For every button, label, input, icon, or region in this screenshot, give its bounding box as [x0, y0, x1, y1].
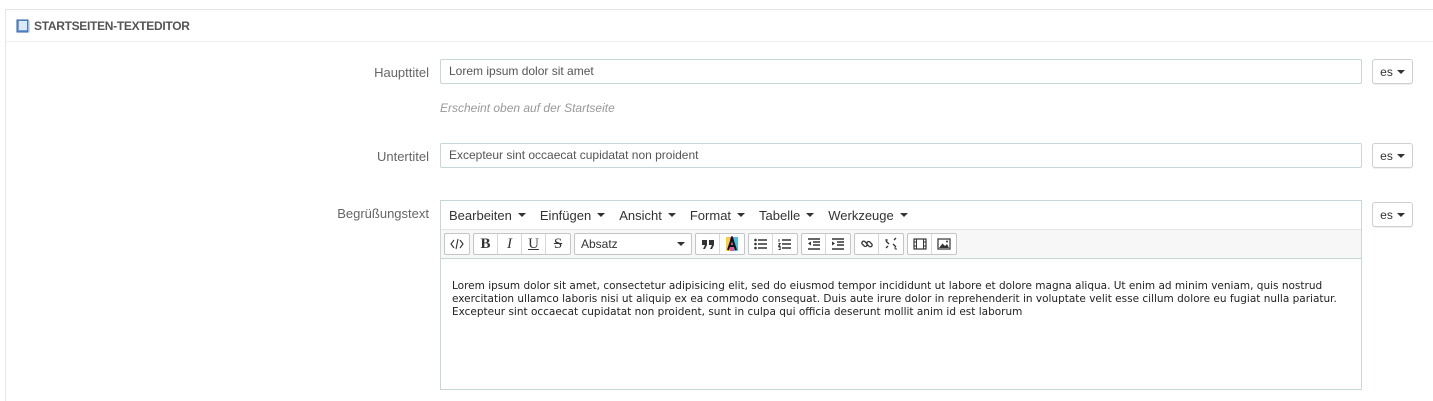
image-icon: [937, 238, 951, 250]
caret-down-icon: [806, 213, 815, 217]
underline-button[interactable]: U: [522, 234, 546, 254]
panel-title: STARTSEITEN-TEXTEDITOR: [34, 18, 190, 33]
text-color-button[interactable]: [720, 234, 744, 254]
film-icon: [912, 238, 927, 250]
strikethrough-icon: S: [553, 235, 563, 252]
rich-text-editor: Bearbeiten Einfügen Ansicht Format Tabel…: [440, 200, 1362, 390]
quote-icon: [701, 240, 714, 249]
insert-media-button[interactable]: [908, 234, 932, 254]
remove-link-button[interactable]: [879, 234, 903, 254]
editor-content-area[interactable]: Lorem ipsum dolor sit amet, consectetur …: [441, 259, 1361, 389]
block-format-select[interactable]: Absatz: [574, 233, 692, 255]
indent-group: [801, 233, 851, 255]
code-icon: [450, 238, 464, 250]
text-color-icon: [726, 236, 738, 251]
homepage-text-editor-panel: STARTSEITEN-TEXTEDITOR Haupttitel Lorem …: [5, 9, 1433, 401]
main-title-label: Haupttitel: [374, 65, 429, 80]
editor-toolbar: B I U S Absatz: [441, 229, 1361, 259]
indent-icon: [832, 238, 844, 250]
caret-down-icon: [677, 242, 685, 246]
bullet-list-icon: [753, 238, 767, 250]
editor-menubar: Bearbeiten Einfügen Ansicht Format Tabel…: [441, 201, 1361, 229]
caret-down-icon: [667, 213, 676, 217]
welcome-text-language-dropdown[interactable]: es: [1372, 202, 1413, 227]
menu-table[interactable]: Tabelle: [759, 208, 815, 223]
strikethrough-button[interactable]: S: [546, 234, 570, 254]
caret-down-icon: [1396, 69, 1405, 74]
bold-icon: B: [480, 235, 491, 252]
menu-view[interactable]: Ansicht: [619, 208, 676, 223]
menu-tools[interactable]: Werkzeuge: [828, 208, 908, 223]
caret-down-icon: [737, 213, 746, 217]
bullet-list-button[interactable]: [749, 234, 773, 254]
language-code: es: [1380, 64, 1393, 79]
caret-down-icon: [1396, 212, 1405, 217]
caret-down-icon: [1396, 153, 1405, 158]
book-icon: [16, 19, 30, 32]
source-code-group: [444, 233, 470, 255]
insert-link-button[interactable]: [855, 234, 879, 254]
caret-down-icon: [517, 213, 526, 217]
indent-button[interactable]: [826, 234, 850, 254]
list-group: [748, 233, 798, 255]
quote-color-group: [695, 233, 745, 255]
text-style-group: B I U S: [473, 233, 571, 255]
subtitle-input[interactable]: Excepteur sint occaecat cupidatat non pr…: [440, 143, 1362, 168]
link-icon: [860, 240, 873, 248]
caret-down-icon: [597, 213, 606, 217]
media-group: [907, 233, 957, 255]
outdent-button[interactable]: [802, 234, 826, 254]
main-title-help-text: Erscheint oben auf der Startseite: [440, 101, 615, 115]
link-group: [854, 233, 904, 255]
block-format-value: Absatz: [581, 237, 618, 251]
menu-insert[interactable]: Einfügen: [540, 208, 606, 223]
source-code-button[interactable]: [445, 234, 469, 254]
insert-image-button[interactable]: [932, 234, 956, 254]
unlink-icon: [885, 237, 897, 250]
italic-icon: I: [507, 235, 512, 252]
numbered-list-icon: [778, 239, 791, 250]
menu-edit[interactable]: Bearbeiten: [449, 208, 526, 223]
language-code: es: [1380, 148, 1393, 163]
outdent-icon: [807, 238, 820, 250]
main-title-input[interactable]: Lorem ipsum dolor sit amet: [440, 59, 1362, 84]
blockquote-button[interactable]: [696, 234, 720, 254]
language-code: es: [1380, 207, 1393, 222]
caret-down-icon: [899, 213, 908, 217]
underline-icon: U: [528, 235, 539, 252]
menu-format[interactable]: Format: [690, 208, 746, 223]
welcome-text-label: Begrüßungstext: [337, 206, 429, 221]
italic-button[interactable]: I: [498, 234, 522, 254]
main-title-language-dropdown[interactable]: es: [1372, 59, 1413, 84]
panel-heading: STARTSEITEN-TEXTEDITOR: [6, 10, 1433, 42]
subtitle-language-dropdown[interactable]: es: [1372, 143, 1413, 168]
numbered-list-button[interactable]: [773, 234, 797, 254]
subtitle-label: Untertitel: [376, 149, 429, 164]
bold-button[interactable]: B: [474, 234, 498, 254]
